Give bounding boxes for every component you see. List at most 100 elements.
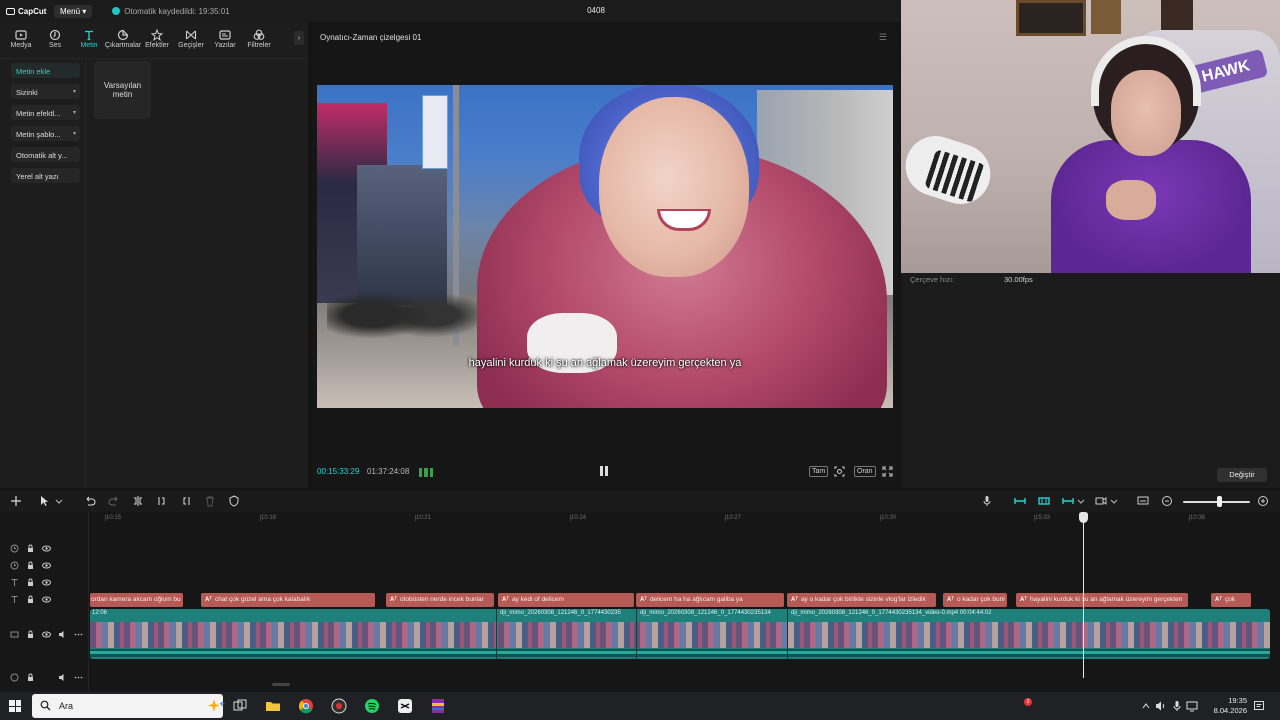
winrar-icon[interactable] <box>428 696 448 716</box>
text-clip[interactable]: Aᵀ ay o kadar çok birlikte sizinle vlog'l… <box>787 593 936 607</box>
tab-audio[interactable]: Ses <box>38 22 72 56</box>
timeline-scrollbar[interactable] <box>272 683 290 686</box>
eye-icon[interactable] <box>42 595 51 604</box>
lock-icon[interactable] <box>26 578 35 587</box>
volume-icon[interactable] <box>1155 700 1167 712</box>
undo-icon[interactable] <box>84 495 96 507</box>
video-clip[interactable]: dji_mimo_20260308_121246_0_1774430235134… <box>787 609 1270 659</box>
category-yours[interactable]: Sizinki ▾ <box>11 84 80 99</box>
microphone-icon[interactable] <box>981 495 993 507</box>
tab-audio-label: Ses <box>48 42 62 49</box>
add-track-icon[interactable] <box>10 495 22 507</box>
text-clip[interactable]: Aᵀ hayalini kurduk ki şu an ağlamak üzere… <box>1016 593 1188 607</box>
file-explorer-icon[interactable] <box>263 696 283 716</box>
category-text-effects[interactable]: Metin efektl... ▾ <box>11 105 80 120</box>
text-clip[interactable]: Aᵀ delicem ha ha ağlıcam galiba ya <box>636 593 784 607</box>
timeline[interactable]: 10:15 10:18 10:21 10:24 10:27 10:30 15:3… <box>0 512 1280 692</box>
capcut-taskbar-icon[interactable] <box>395 696 415 716</box>
linkage-icon[interactable] <box>1062 495 1074 507</box>
tab-transitions[interactable]: Geçişler <box>174 22 208 56</box>
main-video-track[interactable]: 12:06 dji_mimo_20260308_121246_0_1774430… <box>90 609 1270 659</box>
taskbar-search[interactable]: Ara <box>32 694 225 718</box>
link-main-track-icon[interactable] <box>1014 495 1026 507</box>
category-text-templates[interactable]: Metin şablo... ▾ <box>11 126 80 141</box>
menu-button[interactable]: Menü ▾ <box>54 4 93 18</box>
playhead-handle[interactable] <box>1079 512 1088 523</box>
shield-icon[interactable] <box>228 495 240 507</box>
text-clip[interactable]: Aᵀ ay kedi of delicem <box>498 593 634 607</box>
player-menu-icon[interactable]: ☰ <box>879 32 887 43</box>
text-clip[interactable]: Aᵀ o kadar çok bunl <box>943 593 1007 607</box>
notification-icon[interactable] <box>1253 700 1265 712</box>
chevron-down-icon[interactable] <box>1108 495 1120 507</box>
tabs-more-arrow-icon[interactable]: › <box>294 31 304 45</box>
chrome-icon[interactable] <box>296 696 316 716</box>
text-clip[interactable]: ordan kamera akcam oğlum bu <box>90 593 183 607</box>
category-local-captions[interactable]: Yerel alt yazı <box>11 168 80 183</box>
zoom-out-icon[interactable] <box>1161 495 1173 507</box>
ruler-label: 10:36 <box>1190 515 1206 521</box>
caption-toggle-icon[interactable] <box>1137 495 1149 507</box>
lock-icon[interactable] <box>26 561 35 570</box>
lock-icon[interactable] <box>26 544 35 553</box>
tab-media[interactable]: Medya <box>4 22 38 56</box>
tab-effects[interactable]: Efektler <box>140 22 174 56</box>
windows-start-icon[interactable] <box>9 700 21 712</box>
more-icon[interactable] <box>74 630 83 639</box>
task-view-icon[interactable] <box>230 696 250 716</box>
category-auto-captions[interactable]: Otomatik alt y... <box>11 147 80 162</box>
video-clip[interactable]: dji_mimo_20260308_121246_0_1774430235134 <box>636 609 787 659</box>
split-icon[interactable] <box>132 495 144 507</box>
more-icon[interactable] <box>74 673 83 682</box>
eye-icon[interactable] <box>42 561 51 570</box>
preview-axis-icon[interactable] <box>1095 495 1107 507</box>
fullscreen-icon[interactable] <box>882 466 893 477</box>
video-clip[interactable]: 12:06 <box>90 609 496 659</box>
playhead[interactable] <box>1083 512 1084 678</box>
lock-icon[interactable] <box>26 595 35 604</box>
change-button[interactable]: Değiştir <box>1217 468 1267 482</box>
eye-icon[interactable] <box>42 578 51 587</box>
video-preview[interactable]: hayalini kurduk ki şu an ağlamak üzereyi… <box>317 85 893 408</box>
microphone-tray-icon[interactable] <box>1171 700 1183 712</box>
redo-icon[interactable] <box>108 495 120 507</box>
pause-button[interactable] <box>600 466 610 476</box>
chevron-up-icon[interactable] <box>1140 700 1152 712</box>
zoom-slider-handle[interactable] <box>1217 496 1222 507</box>
frame-rate-value: 30.00fps <box>1004 275 1033 284</box>
select-tool-icon[interactable] <box>38 495 50 507</box>
total-time: 01:37:24:08 <box>367 467 410 476</box>
eye-icon[interactable] <box>42 544 51 553</box>
full-quality-button[interactable]: Tam <box>809 466 829 477</box>
text-clip[interactable]: Aᵀ chat çok güzel ama çok kalabalık <box>201 593 375 607</box>
spotify-icon[interactable] <box>362 696 382 716</box>
tab-filters[interactable]: Filtreler <box>242 22 276 56</box>
chevron-down-icon[interactable] <box>1075 495 1087 507</box>
delete-icon[interactable] <box>204 495 216 507</box>
project-name[interactable]: 0408 <box>560 6 632 15</box>
category-add-text[interactable]: Metin ekle <box>11 63 80 78</box>
aspect-ratio-button[interactable]: Oran <box>854 466 876 477</box>
obs-icon[interactable] <box>329 696 349 716</box>
chevron-down-icon[interactable] <box>53 495 65 507</box>
default-text-preset[interactable]: Varsayılan metin <box>94 61 151 119</box>
video-clip[interactable]: dji_mimo_20260308_121246_0_1774430235 <box>496 609 636 659</box>
taskbar-clock[interactable]: 19:35 8.04.2026 <box>1197 696 1247 716</box>
text-clip[interactable]: Aᵀ otobüsten nerde incek bunlar <box>386 593 494 607</box>
speaker-icon[interactable] <box>58 630 67 639</box>
tab-text[interactable]: Metin <box>72 22 106 56</box>
speaker-icon[interactable] <box>58 673 67 682</box>
tab-captions[interactable]: Yazılar <box>208 22 242 56</box>
ruler-label: 10:24 <box>571 515 587 521</box>
tab-stickers[interactable]: Çıkartmalar <box>105 22 141 56</box>
lock-icon[interactable] <box>26 630 35 639</box>
snapshot-icon[interactable] <box>834 466 845 477</box>
text-clip[interactable]: Aᵀ çok <box>1211 593 1251 607</box>
lock-icon[interactable] <box>26 673 35 682</box>
eye-icon[interactable] <box>42 630 51 639</box>
trim-right-icon[interactable] <box>180 495 192 507</box>
zoom-in-icon[interactable] <box>1257 495 1269 507</box>
magnet-icon[interactable] <box>1038 495 1050 507</box>
time-ruler[interactable]: 10:15 10:18 10:21 10:24 10:27 10:30 15:3… <box>89 512 1280 524</box>
trim-left-icon[interactable] <box>156 495 168 507</box>
